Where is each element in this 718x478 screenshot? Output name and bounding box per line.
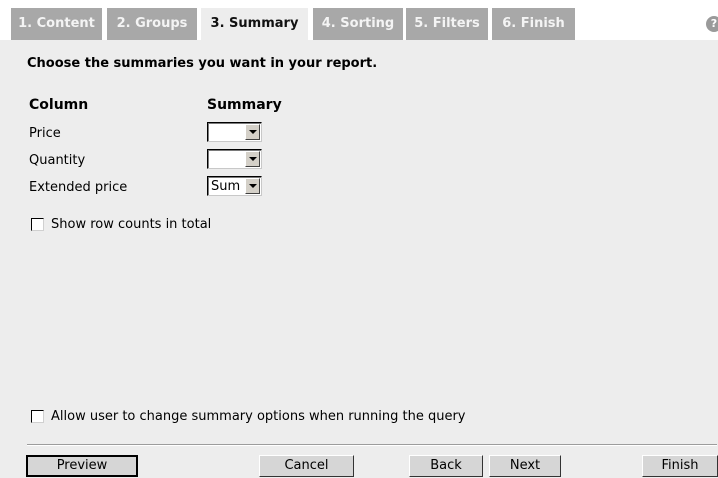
summary-select-price[interactable] [207,122,262,142]
summary-select-extended-price[interactable]: Sum [207,176,262,196]
tab-filters[interactable]: 5. Filters [406,8,488,40]
row-label-extended-price: Extended price [29,180,128,195]
tab-content[interactable]: 1. Content [11,8,102,40]
tab-groups[interactable]: 2. Groups [107,8,197,40]
preview-button[interactable]: Preview [26,455,138,477]
summary-header: Summary [207,97,282,113]
cancel-button[interactable]: Cancel [259,455,354,477]
tab-finish[interactable]: 6. Finish [492,8,575,40]
row-counts-checkbox[interactable] [31,218,44,231]
wizard-tab-bar: 1. Content 2. Groups 3. Summary 4. Sorti… [0,0,718,40]
help-icon[interactable]: ? [706,16,718,32]
column-header: Column [29,97,89,113]
next-button[interactable]: Next [489,455,561,477]
row-label-price: Price [29,126,61,141]
page-heading: Choose the summaries you want in your re… [27,56,378,71]
allow-change-checkbox[interactable] [31,410,44,423]
finish-button[interactable]: Finish [642,455,718,477]
tab-summary[interactable]: 3. Summary [201,8,308,40]
row-counts-label[interactable]: Show row counts in total [51,217,211,232]
chevron-down-icon[interactable] [245,151,260,167]
allow-change-label[interactable]: Allow user to change summary options whe… [51,409,466,424]
tab-sorting[interactable]: 4. Sorting [313,8,403,40]
select-value: Sum [211,179,241,194]
back-button[interactable]: Back [409,455,483,477]
chevron-down-icon[interactable] [245,124,260,140]
divider [27,444,717,446]
chevron-down-icon[interactable] [245,178,260,194]
summary-select-quantity[interactable] [207,149,262,169]
row-label-quantity: Quantity [29,153,86,168]
